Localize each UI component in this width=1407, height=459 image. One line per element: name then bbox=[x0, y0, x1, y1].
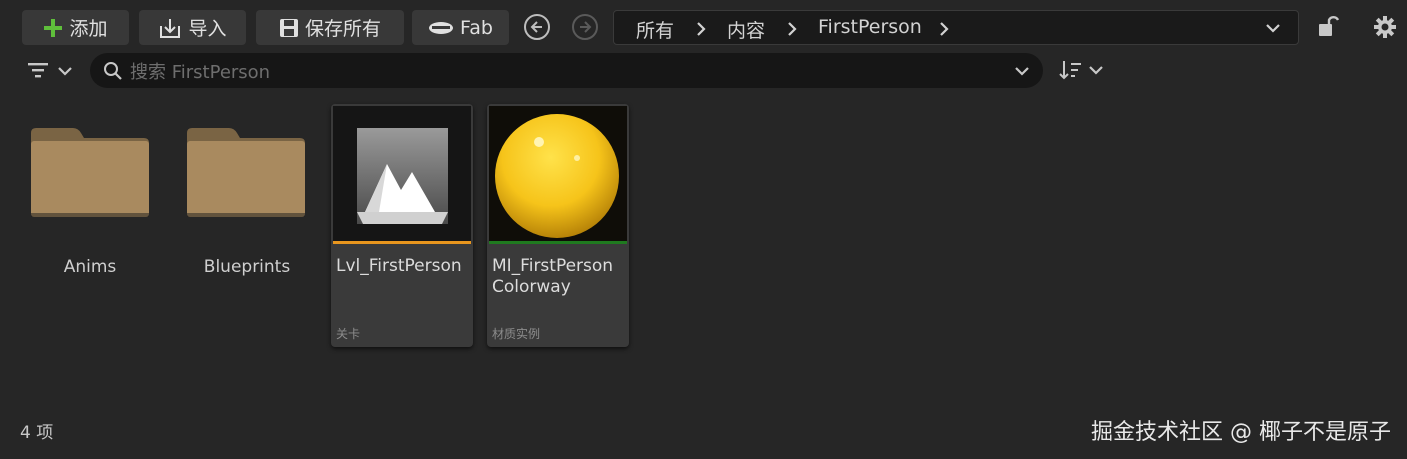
chevron-down-icon bbox=[1089, 66, 1103, 75]
save-all-button[interactable]: 保存所有 bbox=[256, 10, 404, 45]
save-icon bbox=[279, 18, 298, 37]
fab-button[interactable]: Fab bbox=[412, 10, 509, 45]
plus-icon bbox=[44, 18, 63, 37]
save-all-label: 保存所有 bbox=[304, 18, 381, 40]
search-field[interactable]: 搜索 FirstPerson bbox=[90, 53, 1043, 88]
asset-name-line-2: Colorway bbox=[492, 277, 571, 297]
forward-arrow-icon bbox=[580, 21, 592, 33]
breadcrumb: 所有 内容 FirstPerson bbox=[613, 10, 1299, 45]
breadcrumb-item-all[interactable]: 所有 bbox=[636, 16, 674, 43]
chevron-down-icon[interactable] bbox=[1266, 23, 1280, 33]
watermark: 掘金技术社区 @ 椰子不是原子 bbox=[1091, 420, 1391, 445]
asset-name: MI_FirstPerson Colorway bbox=[492, 256, 626, 298]
chevron-down-icon[interactable] bbox=[1015, 66, 1029, 76]
back-arrow-icon bbox=[530, 21, 542, 33]
asset-tile-material-instance[interactable]: MI_FirstPerson Colorway 材质实例 bbox=[487, 104, 629, 347]
folder-label: Anims bbox=[63, 257, 117, 277]
search-input[interactable]: 搜索 FirstPerson bbox=[130, 58, 270, 84]
breadcrumb-item-content[interactable]: 内容 bbox=[727, 16, 765, 43]
chevron-right-icon[interactable] bbox=[787, 22, 797, 36]
asset-name-line-1: MI_FirstPerson bbox=[492, 256, 614, 276]
settings-gear-icon[interactable] bbox=[1373, 15, 1397, 39]
asset-thumbnail bbox=[489, 106, 627, 244]
folder-label: Blueprints bbox=[203, 257, 291, 277]
asset-type-accent-bar bbox=[333, 241, 471, 244]
chevron-right-icon[interactable] bbox=[939, 22, 949, 36]
filter-icon bbox=[28, 63, 48, 78]
asset-type-label: 材质实例 bbox=[492, 327, 541, 341]
material-sphere-icon bbox=[495, 114, 619, 238]
lock-icon[interactable] bbox=[1317, 14, 1339, 38]
content-browser-toolbar: 添加 导入 保存所有 Fab 所有 内容 FirstPerson bbox=[0, 0, 1407, 52]
sort-button[interactable] bbox=[1059, 59, 1107, 83]
add-button[interactable]: 添加 bbox=[22, 10, 129, 45]
fab-icon bbox=[429, 21, 454, 34]
item-count: 4 项 bbox=[20, 423, 54, 443]
breadcrumb-item-firstperson[interactable]: FirstPerson bbox=[818, 16, 922, 38]
import-label: 导入 bbox=[188, 18, 227, 40]
back-button[interactable] bbox=[524, 14, 550, 40]
asset-type-label: 关卡 bbox=[336, 327, 361, 341]
search-icon bbox=[104, 62, 122, 80]
add-label: 添加 bbox=[69, 18, 108, 40]
asset-tile-level[interactable]: Lvl_FirstPerson 关卡 bbox=[331, 104, 473, 347]
sort-icon bbox=[1059, 61, 1081, 80]
asset-name: Lvl_FirstPerson bbox=[336, 256, 462, 276]
forward-button[interactable] bbox=[572, 14, 598, 40]
asset-type-accent-bar bbox=[489, 241, 627, 244]
asset-thumbnail bbox=[333, 106, 471, 244]
filter-search-row: 搜索 FirstPerson bbox=[0, 52, 1407, 90]
level-mountain-icon bbox=[357, 128, 448, 224]
import-icon bbox=[160, 18, 181, 38]
folder-icon bbox=[187, 128, 305, 217]
import-button[interactable]: 导入 bbox=[139, 10, 246, 45]
chevron-down-icon bbox=[58, 67, 72, 76]
fab-label: Fab bbox=[460, 16, 493, 39]
chevron-right-icon[interactable] bbox=[696, 22, 706, 36]
folder-icon bbox=[31, 128, 149, 217]
filter-button[interactable] bbox=[27, 60, 75, 82]
